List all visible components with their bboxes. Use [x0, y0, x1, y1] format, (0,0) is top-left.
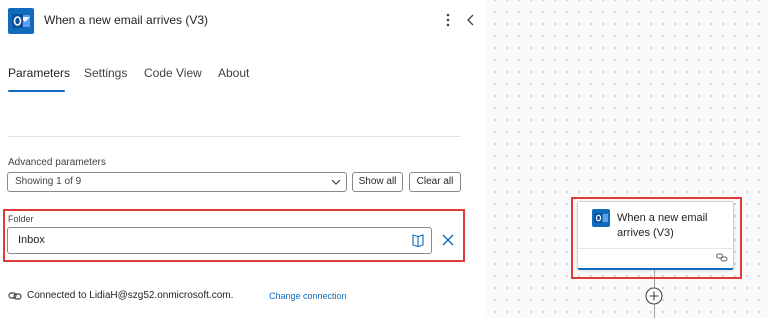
collapse-panel-button[interactable] [462, 10, 480, 30]
folder-browse-icon [412, 234, 424, 248]
advanced-parameters-dropdown[interactable]: Showing 1 of 9 [7, 172, 347, 192]
flow-connector [654, 305, 655, 318]
trigger-card[interactable]: When a new email arrives (V3) [577, 201, 734, 270]
dropdown-value: Showing 1 of 9 [15, 176, 82, 187]
chevron-down-icon [331, 179, 341, 185]
change-connection-link[interactable]: Change connection [269, 291, 347, 301]
tab-settings[interactable]: Settings [84, 66, 127, 80]
advanced-parameters-label: Advanced parameters [8, 157, 106, 168]
folder-browse-button[interactable] [411, 233, 425, 248]
flow-connector [654, 270, 655, 288]
close-icon [442, 234, 454, 246]
details-panel: When a new email arrives (V3) Parameters… [0, 0, 485, 318]
more-vertical-icon [446, 13, 450, 27]
clear-folder-button[interactable] [441, 233, 455, 247]
folder-input[interactable]: Inbox [7, 227, 432, 254]
add-step-button[interactable] [645, 287, 663, 305]
tab-code-view[interactable]: Code View [144, 66, 202, 80]
active-tab-indicator [8, 90, 65, 92]
panel-title: When a new email arrives (V3) [44, 13, 209, 27]
tab-parameters[interactable]: Parameters [8, 66, 70, 80]
show-all-button[interactable]: Show all [352, 172, 403, 192]
designer-canvas[interactable] [485, 0, 768, 318]
link-icon [8, 292, 22, 300]
chevron-left-icon [467, 14, 474, 26]
folder-value: Inbox [18, 234, 45, 246]
trigger-card-title: When a new email arrives (V3) [617, 212, 708, 239]
tab-about[interactable]: About [218, 66, 249, 80]
link-icon [716, 253, 728, 262]
connection-status: Connected to LidiaH@szg52.onmicrosoft.co… [27, 290, 234, 301]
card-separator [578, 248, 733, 249]
add-circle-icon [645, 287, 663, 305]
outlook-icon [592, 209, 610, 227]
clear-all-button[interactable]: Clear all [409, 172, 461, 192]
folder-label: Folder [8, 214, 34, 224]
section-divider [8, 136, 461, 137]
more-options-button[interactable] [441, 9, 455, 31]
outlook-icon [8, 8, 34, 34]
